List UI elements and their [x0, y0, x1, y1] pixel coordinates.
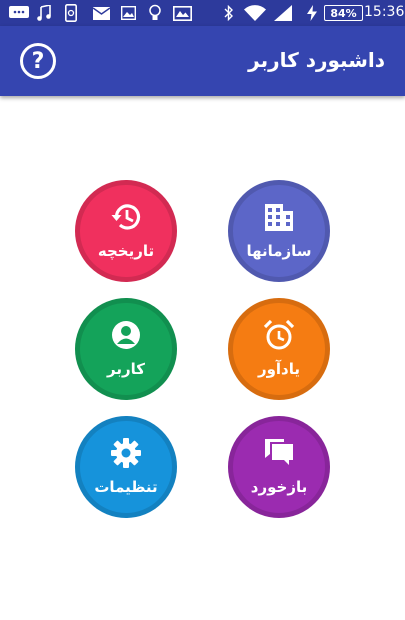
chat-icon — [265, 439, 293, 465]
app-bar: ? داشبورد کاربر — [0, 26, 405, 96]
alarm-clock-icon — [263, 319, 295, 350]
wifi-icon — [243, 4, 267, 22]
gear-icon — [111, 438, 141, 468]
page-title: داشبورد کاربر — [248, 48, 385, 72]
mail-icon — [92, 4, 110, 22]
tile-label: تنظیمات — [94, 478, 158, 496]
charging-bolt-icon — [305, 4, 319, 22]
question-circle-icon: ? — [31, 48, 45, 74]
tile-label: سازمانها — [246, 242, 312, 260]
cell-signal-icon — [273, 4, 293, 22]
user-button[interactable]: کاربر — [75, 298, 177, 400]
tile-label: کاربر — [107, 360, 145, 378]
tile-label: تاریخچه — [97, 242, 155, 260]
reminder-button[interactable]: یادآور — [228, 298, 330, 400]
message-icon — [8, 4, 30, 22]
help-button[interactable]: ? — [20, 43, 56, 79]
history-icon — [111, 204, 141, 230]
clock: 15:36 — [364, 4, 405, 20]
bluetooth-icon — [224, 4, 234, 22]
lightbulb-icon — [148, 4, 162, 22]
user-icon — [112, 321, 140, 349]
phone-sync-icon — [64, 4, 78, 22]
organizations-button[interactable]: سازمانها — [228, 180, 330, 282]
building-icon — [265, 204, 293, 231]
settings-button[interactable]: تنظیمات — [75, 416, 177, 518]
feedback-button[interactable]: بازخورد — [228, 416, 330, 518]
image-icon — [120, 4, 136, 22]
tile-label: بازخورد — [250, 478, 308, 496]
status-bar: 84% 15:36 — [0, 0, 405, 26]
battery-indicator: 84% — [324, 5, 363, 21]
music-note-icon — [36, 4, 52, 22]
photo-mail-icon — [172, 4, 192, 22]
tile-label: یادآور — [257, 360, 301, 378]
history-button[interactable]: تاریخچه — [75, 180, 177, 282]
